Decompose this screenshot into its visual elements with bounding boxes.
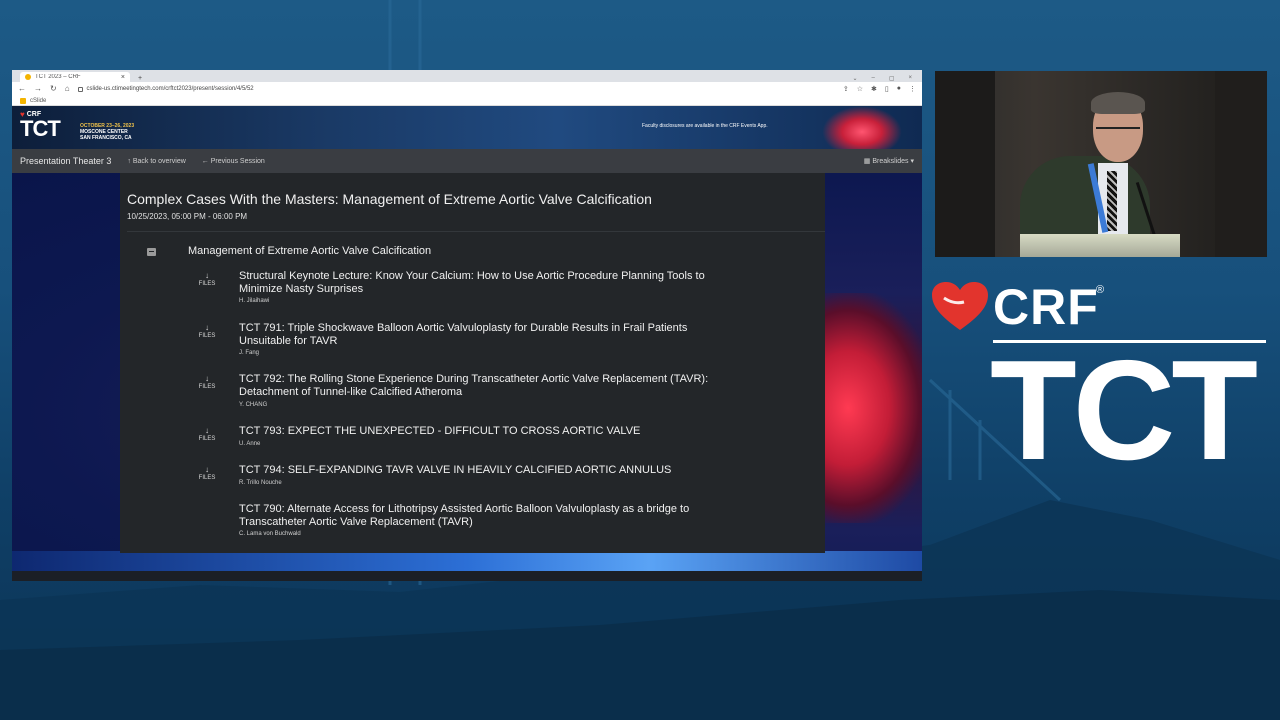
sidebar-icon[interactable]: ▯ <box>885 85 889 93</box>
files-label: FILES <box>198 384 216 390</box>
podium-laptop <box>1020 234 1180 257</box>
files-label: FILES <box>198 436 216 442</box>
tab-close-icon[interactable]: × <box>121 74 125 81</box>
talk-speaker: J. Fang <box>239 350 260 356</box>
maximize-icon[interactable]: ▢ <box>889 75 895 82</box>
chevron-down-icon[interactable]: ⌄ <box>852 75 857 82</box>
camera-background-panel <box>935 71 995 257</box>
files-download-button[interactable]: ↓ FILES <box>192 323 222 341</box>
browser-window: TCT 2023 – CRF × + ⌄ – ▢ × ← → ↻ ⌂ cslid… <box>12 70 922 581</box>
previous-session-label: Previous Session <box>210 157 265 165</box>
brand-tct-text: TCT <box>990 331 1258 490</box>
tab-title: TCT 2023 – CRF <box>35 74 81 80</box>
url-text: cslide-us.ctimeetingtech.com/crftct2023/… <box>86 86 254 92</box>
back-to-overview-label: Back to overview <box>132 157 186 165</box>
room-name: Presentation Theater 3 <box>20 156 112 166</box>
url-field[interactable]: cslide-us.ctimeetingtech.com/crftct2023/… <box>77 86 835 92</box>
brand-crf-text: CRF <box>993 279 1099 335</box>
talk-speaker: U. Anne <box>239 441 261 447</box>
menu-icon[interactable]: ⋮ <box>909 85 916 93</box>
close-icon[interactable]: × <box>908 75 912 82</box>
back-icon[interactable]: ← <box>18 85 26 93</box>
new-tab-icon[interactable]: + <box>138 75 142 82</box>
banner-heart-image <box>822 106 902 149</box>
speaker-hair <box>1091 92 1145 114</box>
talk-speaker: R. Trillo Nouche <box>239 480 282 486</box>
bookmark-favicon-icon <box>20 97 26 104</box>
talk-title[interactable]: TCT 792: The Rolling Stone Experience Du… <box>239 373 729 399</box>
arrow-up-icon: ↑ <box>127 157 131 165</box>
bookmark-cslide[interactable]: cSlide <box>30 98 46 104</box>
banner-disclosure-note: Faculty disclosures are available in the… <box>642 123 768 129</box>
talk-title[interactable]: TCT 790: Alternate Access for Lithotrips… <box>239 503 729 529</box>
crf-heart-logo-icon <box>932 282 988 330</box>
tab-favicon-icon <box>25 74 31 80</box>
breakslides-label: Breakslides <box>872 158 909 165</box>
previous-session-link[interactable]: ← Previous Session <box>202 158 265 165</box>
files-download-button[interactable]: ↓ FILES <box>192 271 222 289</box>
files-download-button[interactable]: ↓ FILES <box>192 374 222 392</box>
divider <box>127 231 825 232</box>
brand-registered-mark: ® <box>1096 284 1105 296</box>
address-bar: ← → ↻ ⌂ cslide-us.ctimeetingtech.com/crf… <box>12 82 922 96</box>
speaker-camera-feed <box>935 71 1267 257</box>
session-title: Complex Cases With the Masters: Manageme… <box>127 191 652 207</box>
session-panel: Complex Cases With the Masters: Manageme… <box>120 173 825 553</box>
talk-title[interactable]: TCT 791: Triple Shockwave Balloon Aortic… <box>239 322 729 348</box>
talk-speaker: H. Jilaihawi <box>239 298 270 304</box>
banner-event-city: SAN FRANCISCO, CA <box>80 135 132 141</box>
minimize-icon[interactable]: – <box>871 75 874 82</box>
lock-icon <box>77 86 83 92</box>
share-icon[interactable]: ⇪ <box>843 85 849 93</box>
profile-icon[interactable]: ● <box>897 85 901 93</box>
files-download-button[interactable]: ↓ FILES <box>192 426 222 444</box>
content-area: Complex Cases With the Masters: Manageme… <box>12 173 922 571</box>
back-to-overview-link[interactable]: ↑ Back to overview <box>127 158 185 165</box>
talk-speaker: Y. CHANG <box>239 402 268 408</box>
download-icon: ↓ <box>205 323 209 332</box>
speaker-glasses <box>1096 127 1140 137</box>
talk-title[interactable]: Structural Keynote Lecture: Know Your Ca… <box>239 270 729 296</box>
bottom-glow-decoration <box>12 551 922 571</box>
files-label: FILES <box>198 281 216 287</box>
breakslides-dropdown[interactable]: ▦ Breakslides ▾ <box>864 157 914 165</box>
files-label: FILES <box>198 475 216 481</box>
files-label: FILES <box>198 333 216 339</box>
download-icon: ↓ <box>205 426 209 435</box>
camera-background-panel <box>1215 71 1267 257</box>
talk-title[interactable]: TCT 794: SELF-EXPANDING TAVR VALVE IN HE… <box>239 464 729 477</box>
group-title: Management of Extreme Aortic Valve Calci… <box>188 245 432 257</box>
tct-banner-logo: ♥ CRF TCT <box>20 110 61 141</box>
banner-tct-text: TCT <box>20 116 61 141</box>
bookmarks-bar: cSlide <box>12 96 922 106</box>
files-download-button[interactable]: ↓ FILES <box>192 465 222 483</box>
caret-down-icon: ▾ <box>910 158 914 165</box>
session-nav-bar: Presentation Theater 3 ↑ Back to overvie… <box>12 149 922 173</box>
home-icon[interactable]: ⌂ <box>65 85 70 93</box>
grid-icon: ▦ <box>863 158 871 165</box>
arrow-left-icon: ← <box>201 157 209 165</box>
speaker-tie <box>1107 171 1117 231</box>
reload-icon[interactable]: ↻ <box>50 85 57 93</box>
browser-tabbar: TCT 2023 – CRF × + ⌄ – ▢ × <box>12 70 922 82</box>
talk-speaker: C. Lama von Buchwald <box>239 531 301 537</box>
star-icon[interactable]: ☆ <box>857 85 863 93</box>
extensions-icon[interactable]: ✱ <box>871 85 877 93</box>
download-icon: ↓ <box>205 465 209 474</box>
download-icon: ↓ <box>205 374 209 383</box>
collapse-icon[interactable] <box>147 248 156 256</box>
talk-title[interactable]: TCT 793: EXPECT THE UNEXPECTED - DIFFICU… <box>239 425 729 438</box>
browser-actions: ⇪ ☆ ✱ ▯ ● ⋮ <box>843 85 916 93</box>
site-banner: ♥ CRF TCT OCTOBER 23–26, 2023 MOSCONE CEN… <box>12 106 922 149</box>
banner-event-info: OCTOBER 23–26, 2023 MOSCONE CENTER SAN F… <box>80 123 134 141</box>
forward-icon[interactable]: → <box>34 85 42 93</box>
browser-tab[interactable]: TCT 2023 – CRF × <box>20 72 130 82</box>
session-datetime: 10/25/2023, 05:00 PM - 06:00 PM <box>127 212 248 221</box>
download-icon: ↓ <box>205 271 209 280</box>
window-controls: ⌄ – ▢ × <box>852 75 922 82</box>
